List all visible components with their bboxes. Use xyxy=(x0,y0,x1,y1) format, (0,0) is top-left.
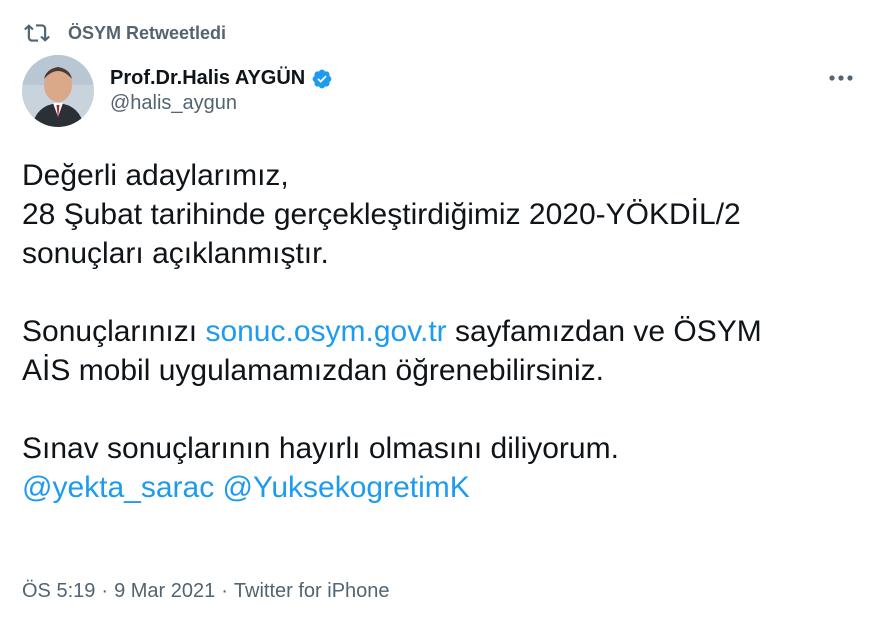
retweet-indicator[interactable]: ÖSYM Retweetledi xyxy=(24,20,226,46)
author-display-name[interactable]: Prof.Dr.Halis AYGÜN xyxy=(110,67,305,90)
meta-separator: · xyxy=(221,580,228,602)
tweet-text-segment: Sonuçlarınızı xyxy=(22,315,206,348)
tweet-header: Prof.Dr.Halis AYGÜN @halis_aygun xyxy=(22,54,867,128)
retweet-label: ÖSYM Retweetledi xyxy=(68,22,227,43)
tweet-line: @yekta_sarac @YuksekogretimK xyxy=(22,468,862,507)
verified-badge-icon xyxy=(311,68,333,90)
tweet-line: Sınav sonuçlarının hayırlı olmasını dili… xyxy=(22,432,619,465)
profile-avatar[interactable] xyxy=(22,55,94,127)
author-handle[interactable]: @halis_aygun xyxy=(110,92,333,115)
tweet-meta: ÖS 5:19 · 9 Mar 2021 · Twitter for iPhon… xyxy=(22,580,390,603)
mention-link[interactable]: @YuksekogretimK xyxy=(223,471,470,504)
tweet-text: Değerli adaylarımız, 28 Şubat tarihinde … xyxy=(22,156,862,507)
tweet-source[interactable]: Twitter for iPhone xyxy=(234,580,390,603)
results-link[interactable]: sonuc.osym.gov.tr xyxy=(205,315,446,348)
mention-link[interactable]: @yekta_sarac xyxy=(22,471,214,504)
more-options-icon xyxy=(827,73,855,83)
tweet-text-segment: sayfamızdan ve ÖSYM xyxy=(446,315,762,348)
tweet-line: AİS mobil uygulamamızdan öğrenebilirsini… xyxy=(22,354,604,387)
tweet-line: Sonuçlarınızı sonuc.osym.gov.tr sayfamız… xyxy=(22,312,862,351)
more-options-button[interactable] xyxy=(819,60,863,96)
retweet-icon xyxy=(24,20,50,46)
meta-separator: · xyxy=(101,580,109,602)
tweet-line: Değerli adaylarımız, xyxy=(22,159,289,192)
tweet-line: 28 Şubat tarihinde gerçekleştirdiğimiz 2… xyxy=(22,198,741,231)
tweet-date[interactable]: 9 Mar 2021 xyxy=(114,580,215,603)
tweet-time[interactable]: ÖS 5:19 xyxy=(22,580,95,603)
tweet-line: sonuçları açıklanmıştır. xyxy=(22,237,329,270)
